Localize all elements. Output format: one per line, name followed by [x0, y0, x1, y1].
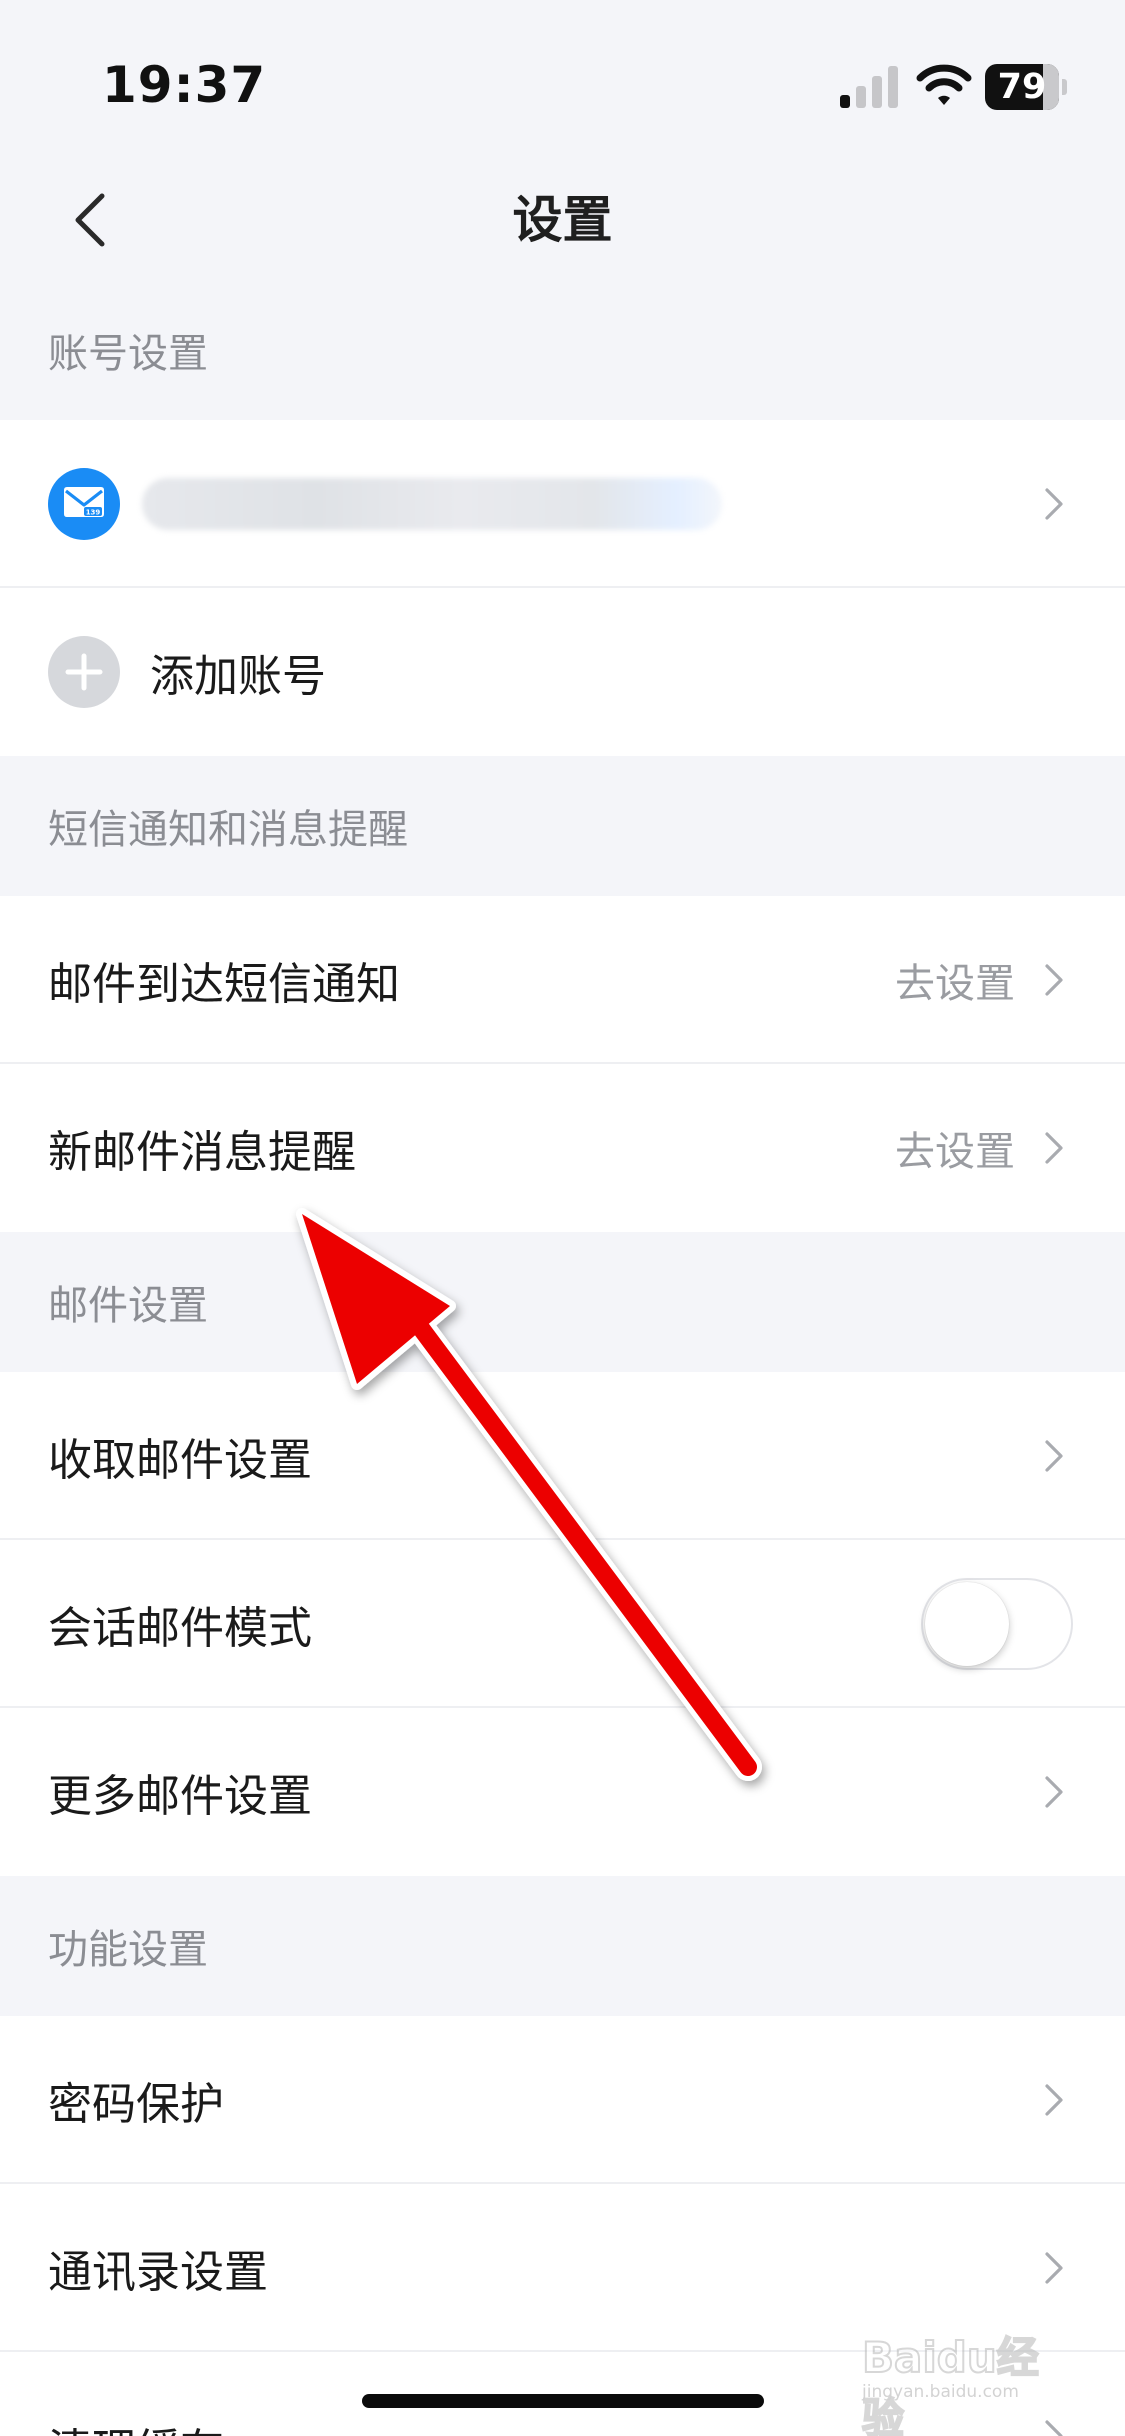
chevron-right-icon — [1045, 2084, 1063, 2116]
status-time: 19:37 — [102, 56, 267, 114]
watermark-sub: jingyan.baidu.com — [862, 2382, 1019, 2402]
account-email — [142, 472, 1043, 536]
chevron-right-icon — [1045, 488, 1063, 520]
chevron-right-icon — [1045, 2252, 1063, 2284]
conversation-mode-row: 会话邮件模式 — [0, 1540, 1125, 1708]
wifi-icon — [916, 64, 972, 105]
account-email-blurred — [142, 478, 722, 530]
row-label: 新邮件消息提醒 — [48, 1127, 356, 1178]
row-label: 通讯录设置 — [48, 2247, 268, 2298]
row-label: 会话邮件模式 — [48, 1603, 312, 1654]
page-title: 设置 — [512, 191, 613, 249]
sms-notification-row[interactable]: 邮件到达短信通知 去设置 — [0, 896, 1125, 1064]
add-account-label: 添加账号 — [150, 651, 326, 702]
chevron-right-icon — [1045, 1440, 1063, 1472]
battery-cap — [1062, 79, 1067, 95]
battery-icon: 79 — [985, 64, 1067, 110]
envelope-icon: 139 — [64, 487, 104, 517]
row-label: 密码保护 — [48, 2079, 224, 2130]
chevron-right-icon — [1045, 1132, 1063, 1164]
watermark-brand: Baidu经验 — [861, 2332, 1040, 2436]
section-header-mail: 邮件设置 — [48, 1283, 208, 1329]
baidu-jingyan-watermark: Baidu经验 jingyan.baidu.com — [861, 2316, 1072, 2436]
status-bar: 19:37 79 — [0, 0, 1125, 150]
add-account-row[interactable]: 添加账号 — [0, 588, 1125, 756]
row-label: 收取邮件设置 — [48, 1435, 312, 1486]
row-label: 更多邮件设置 — [48, 1771, 312, 1822]
home-indicator — [362, 2394, 764, 2408]
row-value-go-settings: 去设置 — [895, 1129, 1015, 1175]
battery-body: 79 — [985, 64, 1059, 110]
conversation-mode-toggle[interactable] — [921, 1578, 1073, 1670]
section-header-sms: 短信通知和消息提醒 — [48, 807, 408, 853]
receive-mail-settings-row[interactable]: 收取邮件设置 — [0, 1372, 1125, 1540]
more-mail-settings-row[interactable]: 更多邮件设置 — [0, 1708, 1125, 1876]
nav-bar: 设置 — [0, 160, 1125, 280]
password-protection-row[interactable]: 密码保护 — [0, 2016, 1125, 2184]
row-value-go-settings: 去设置 — [895, 961, 1015, 1007]
chevron-right-icon — [1045, 964, 1063, 996]
chevron-right-icon — [1045, 1776, 1063, 1808]
back-button[interactable] — [40, 170, 140, 270]
settings-screen: 19:37 79 设置 账号设置 139 添加账号 短信通知和消息提醒 邮件到达… — [0, 0, 1125, 2436]
chevron-left-icon — [75, 193, 105, 247]
battery-percent: 79 — [997, 67, 1047, 107]
toggle-knob — [925, 1582, 1009, 1666]
signal-icon — [840, 66, 898, 108]
new-mail-reminder-row[interactable]: 新邮件消息提醒 去设置 — [0, 1064, 1125, 1232]
section-header-account: 账号设置 — [48, 331, 208, 377]
section-header-features: 功能设置 — [48, 1927, 208, 1973]
mail-139-logo-icon: 139 — [48, 468, 120, 540]
account-row[interactable]: 139 — [0, 420, 1125, 588]
row-label: 邮件到达短信通知 — [48, 959, 400, 1010]
svg-text:139: 139 — [86, 509, 101, 517]
plus-icon — [48, 636, 120, 708]
